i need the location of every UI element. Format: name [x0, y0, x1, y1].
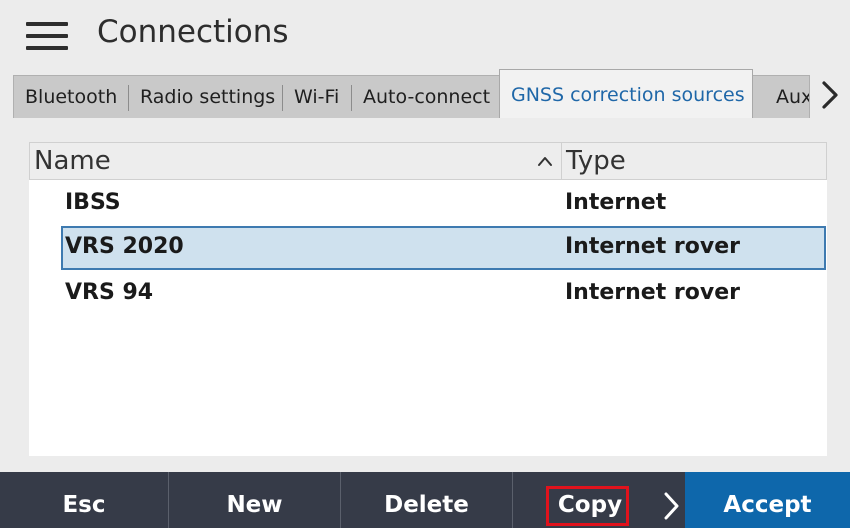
sort-ascending-icon[interactable] — [537, 155, 553, 167]
hamburger-menu-icon[interactable] — [26, 22, 68, 50]
tab-gnss-correction-sources[interactable]: GNSS correction sources — [499, 69, 753, 118]
page-title: Connections — [97, 14, 289, 50]
sources-list-panel: Name Type IBSS Internet VRS 2020 Interne… — [29, 142, 827, 456]
header: Connections — [0, 0, 850, 70]
delete-button[interactable]: Delete — [341, 472, 512, 528]
row-name: IBSS — [65, 190, 121, 215]
column-divider — [561, 143, 562, 180]
table-row-vrs-2020-selected[interactable]: VRS 2020 Internet rover — [61, 226, 826, 270]
copy-highlight-box — [546, 486, 629, 526]
row-name: VRS 94 — [65, 280, 154, 305]
esc-button[interactable]: Esc — [0, 472, 168, 528]
column-header-type[interactable]: Type — [566, 146, 626, 176]
new-button[interactable]: New — [169, 472, 340, 528]
chevron-right-icon[interactable] — [661, 490, 683, 522]
accept-button[interactable]: Accept — [685, 472, 850, 528]
column-header-name[interactable]: Name — [34, 146, 111, 176]
softkey-bar: Esc New Delete Copy Accept — [0, 472, 850, 528]
chevron-right-icon[interactable] — [818, 80, 842, 110]
tab-auto-connect[interactable]: Auto-connect — [352, 76, 490, 118]
tab-wi-fi[interactable]: Wi-Fi — [283, 76, 339, 118]
table-header: Name Type — [29, 142, 827, 180]
tab-auxiliary[interactable]: Auxil — [765, 76, 809, 118]
row-type: Internet — [565, 190, 667, 215]
table-row-ibss[interactable]: IBSS Internet — [61, 182, 826, 226]
tab-bluetooth[interactable]: Bluetooth — [14, 76, 117, 118]
tab-bar: Bluetooth Radio settings Wi-Fi Auto-conn… — [13, 69, 850, 118]
tab-radio-settings[interactable]: Radio settings — [129, 76, 275, 118]
row-name: VRS 2020 — [65, 234, 184, 259]
table-row-vrs-94[interactable]: VRS 94 Internet rover — [61, 272, 826, 316]
row-type: Internet rover — [565, 234, 740, 259]
connections-screen: Connections Bluetooth Radio settings Wi-… — [0, 0, 850, 528]
row-type: Internet rover — [565, 280, 740, 305]
